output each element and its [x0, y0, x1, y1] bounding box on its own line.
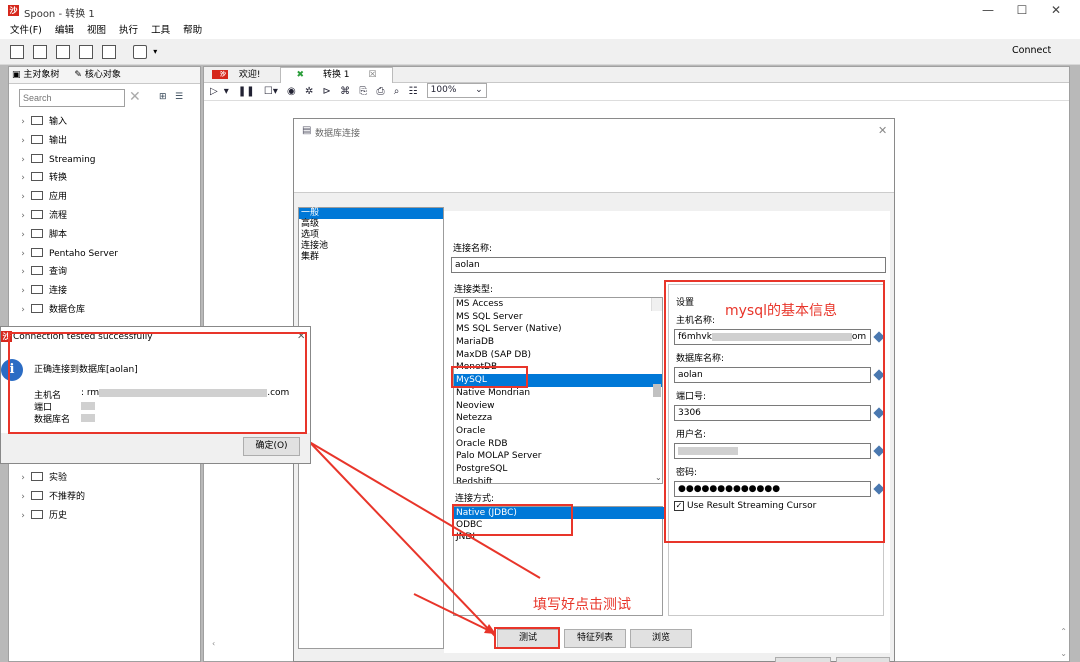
popup-highlight-box — [8, 332, 307, 434]
popup-ok-button[interactable]: 确定(O) — [243, 437, 300, 456]
popup-footer: 确定(O) — [1, 433, 310, 463]
arrow-to-test — [413, 593, 493, 633]
arrow-to-popup-2 — [305, 439, 541, 579]
